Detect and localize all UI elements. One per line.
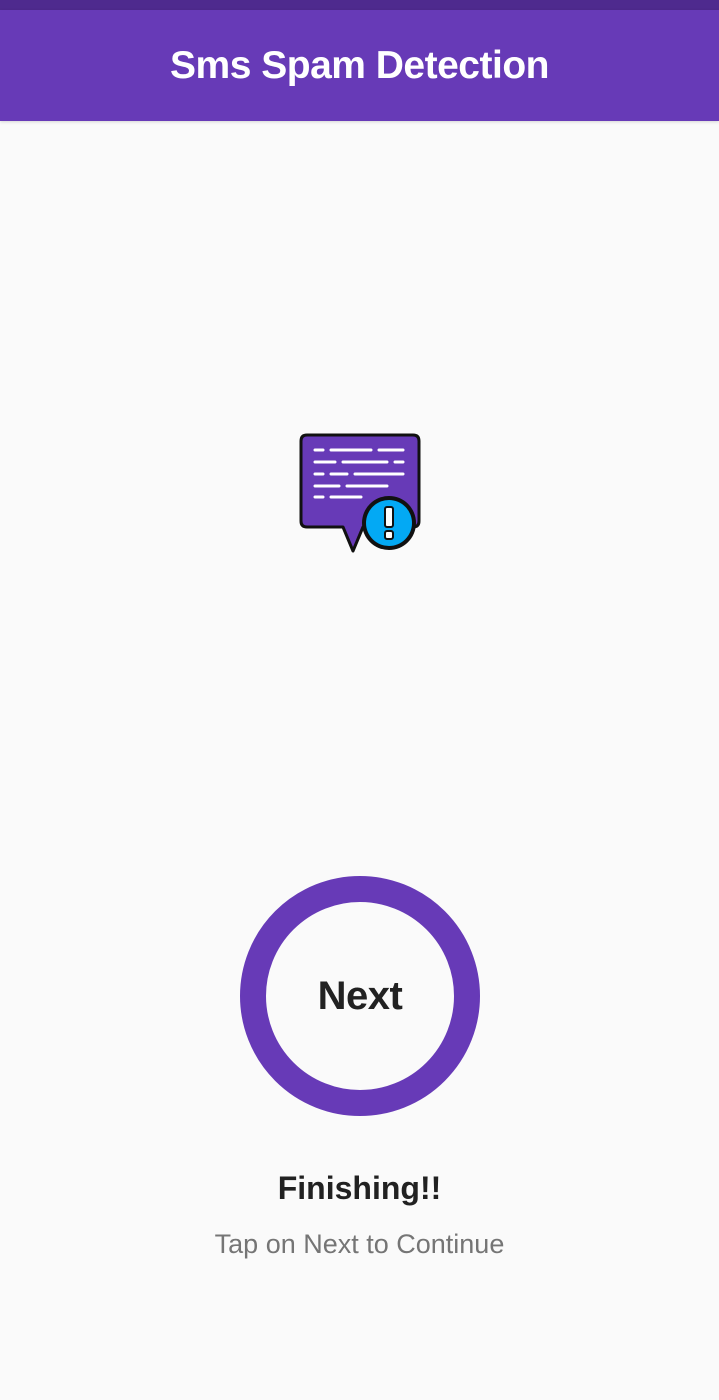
spam-message-icon — [299, 433, 421, 553]
app-bar: Sms Spam Detection — [0, 10, 719, 121]
next-button-label: Next — [317, 973, 403, 1018]
status-bar — [0, 0, 719, 10]
status-subtitle: Tap on Next to Continue — [214, 1229, 505, 1259]
next-button[interactable]: Next — [240, 876, 480, 1116]
app-title: Sms Spam Detection — [170, 43, 549, 87]
status-title: Finishing!! — [277, 1170, 442, 1206]
